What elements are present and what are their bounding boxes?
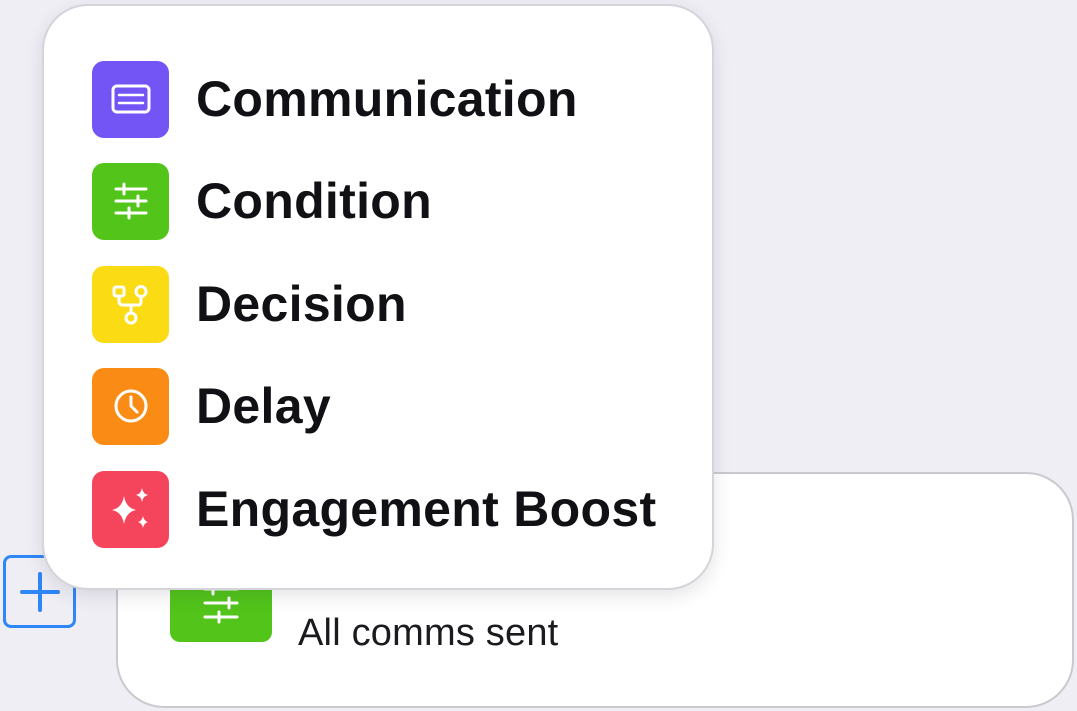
menu-item-label: Engagement Boost	[196, 481, 657, 537]
menu-item-communication[interactable]: Communication	[92, 60, 578, 138]
menu-item-label: Decision	[196, 276, 407, 332]
menu-item-delay[interactable]: Delay	[92, 367, 331, 445]
menu-item-label: Delay	[196, 378, 331, 434]
node-subtitle: All comms sent	[298, 612, 559, 654]
sparkle-icon	[92, 470, 169, 548]
menu-item-condition[interactable]: Condition	[92, 162, 432, 240]
clock-icon	[92, 367, 169, 445]
menu-item-engagement-boost[interactable]: Engagement Boost	[92, 470, 656, 548]
sliders-icon	[92, 162, 169, 240]
branch-icon	[92, 265, 169, 343]
menu-item-decision[interactable]: Decision	[92, 265, 407, 343]
step-type-menu: Communication Condition Decision Delay E…	[42, 4, 714, 590]
message-icon	[92, 60, 169, 138]
menu-item-label: Communication	[196, 71, 578, 127]
menu-item-label: Condition	[196, 173, 432, 229]
